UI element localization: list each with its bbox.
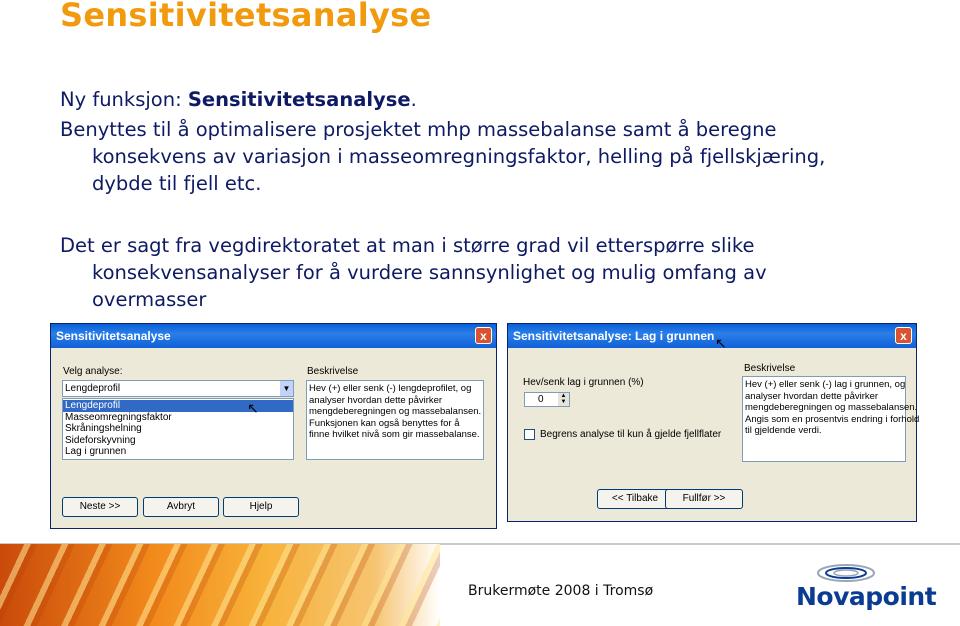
raise-lower-stepper[interactable]: 0 ▲ ▼: [524, 392, 570, 407]
bullet3-line3: overmasser: [92, 288, 207, 311]
bullet-new-function: Ny funksjon: Sensitivitetsanalyse.: [60, 86, 417, 113]
close-icon[interactable]: x: [475, 327, 492, 344]
description-line: analyser hvordan dette påvirker: [309, 394, 443, 406]
bullet-usage: Benyttes til å optimalisere prosjektet m…: [60, 116, 825, 197]
spin-arrows-icon[interactable]: ▲ ▼: [558, 393, 569, 406]
bullet3-line2: konsekvensanalyser for å vurdere sannsyn…: [92, 261, 767, 284]
bullet1-bold: Sensitivitetsanalyse: [187, 88, 411, 111]
slide-title: Sensitivitetsanalyse: [60, 0, 432, 34]
back-button[interactable]: << Tilbake: [597, 489, 673, 509]
description-line: Funksjonen kan også benyttes for å: [309, 417, 460, 429]
description-box: Hev (+) eller senk (-) lag i grunnen, og…: [742, 376, 920, 462]
description-line: finne hvilket nivå som gir massebalanse.: [309, 429, 480, 440]
description-line: Hev (+) eller senk (-) lengdeprofilet, o…: [309, 383, 472, 394]
finish-button[interactable]: Fullfør >>: [665, 489, 743, 509]
list-item[interactable]: Lag i grunnen: [63, 446, 293, 458]
select-analysis-label: Velg analyse:: [63, 366, 123, 377]
raise-lower-value: 0: [538, 394, 544, 405]
bullet2-line3: dybde til fjell etc.: [92, 172, 262, 195]
footer-text: Brukermøte 2008 i Tromsø: [468, 583, 654, 599]
limit-rock-label: Begrens analyse til kun å gjelde fjellfl…: [540, 429, 722, 440]
description-line: analyser hvordan dette påvirker: [745, 390, 879, 402]
cancel-button[interactable]: Avbryt: [143, 497, 219, 517]
description-line: Angis som en prosentvis endring i forhol…: [745, 413, 920, 425]
list-item[interactable]: Skråningshelning: [63, 423, 293, 435]
novapoint-logo: Novapoint: [796, 582, 937, 611]
chevron-down-icon[interactable]: ▼: [280, 381, 293, 396]
dialog-sensitivity: Sensitivitetsanalyse x Velg analyse: Len…: [50, 323, 497, 529]
dialog-layers: Sensitivitetsanalyse: Lag i grunnen x ↖ …: [507, 323, 920, 522]
dialog2-titlebar[interactable]: Sensitivitetsanalyse: Lag i grunnen x: [508, 324, 916, 348]
bullet3-line1: Det er sagt fra vegdirektoratet at man i…: [60, 234, 755, 257]
analysis-combo[interactable]: Lengdeprofil ▼: [62, 380, 294, 397]
description-line: mengdeberegningen og massebalansen.: [309, 406, 482, 417]
bullet2-line2: konsekvens av variasjon i masseomregning…: [92, 145, 826, 168]
list-item[interactable]: Sideforskyvning: [63, 435, 293, 447]
footer-decorative-image: [0, 544, 440, 626]
limit-rock-checkbox[interactable]: [524, 429, 535, 440]
next-button[interactable]: Neste >>: [62, 497, 138, 517]
mouse-cursor-icon: ↖: [715, 335, 727, 351]
bullet2-line1: Benyttes til å optimalisere prosjektet m…: [60, 118, 777, 141]
dialog2-title: Sensitivitetsanalyse: Lag i grunnen: [513, 329, 715, 343]
dialog1-title: Sensitivitetsanalyse: [56, 329, 171, 343]
raise-lower-label: Hev/senk lag i grunnen (%): [523, 377, 644, 388]
close-icon[interactable]: x: [895, 327, 912, 344]
description-line: Hev (+) eller senk (-) lag i grunnen, og: [745, 379, 906, 390]
bullet1-suffix: .: [410, 88, 417, 111]
description-label: Beskrivelse: [307, 366, 359, 377]
help-button[interactable]: Hjelp: [223, 497, 299, 517]
dialog1-titlebar[interactable]: Sensitivitetsanalyse x: [51, 324, 496, 348]
bullet1-prefix: Ny funksjon:: [60, 88, 188, 111]
analysis-list[interactable]: Lengdeprofil Masseomregningsfaktor Skrån…: [62, 398, 294, 460]
novapoint-swoosh-icon: [817, 564, 875, 582]
description-box: Hev (+) eller senk (-) lengdeprofilet, o…: [306, 380, 484, 460]
analysis-combo-value: Lengdeprofil: [65, 383, 121, 394]
bullet-directorate: Det er sagt fra vegdirektoratet at man i…: [60, 232, 767, 313]
description-line: til gjeldende verdi.: [745, 425, 822, 436]
mouse-cursor-icon: ↖: [247, 400, 259, 416]
description-label: Beskrivelse: [744, 363, 796, 374]
description-line: mengdeberegningen og massebalansen.: [745, 402, 918, 413]
